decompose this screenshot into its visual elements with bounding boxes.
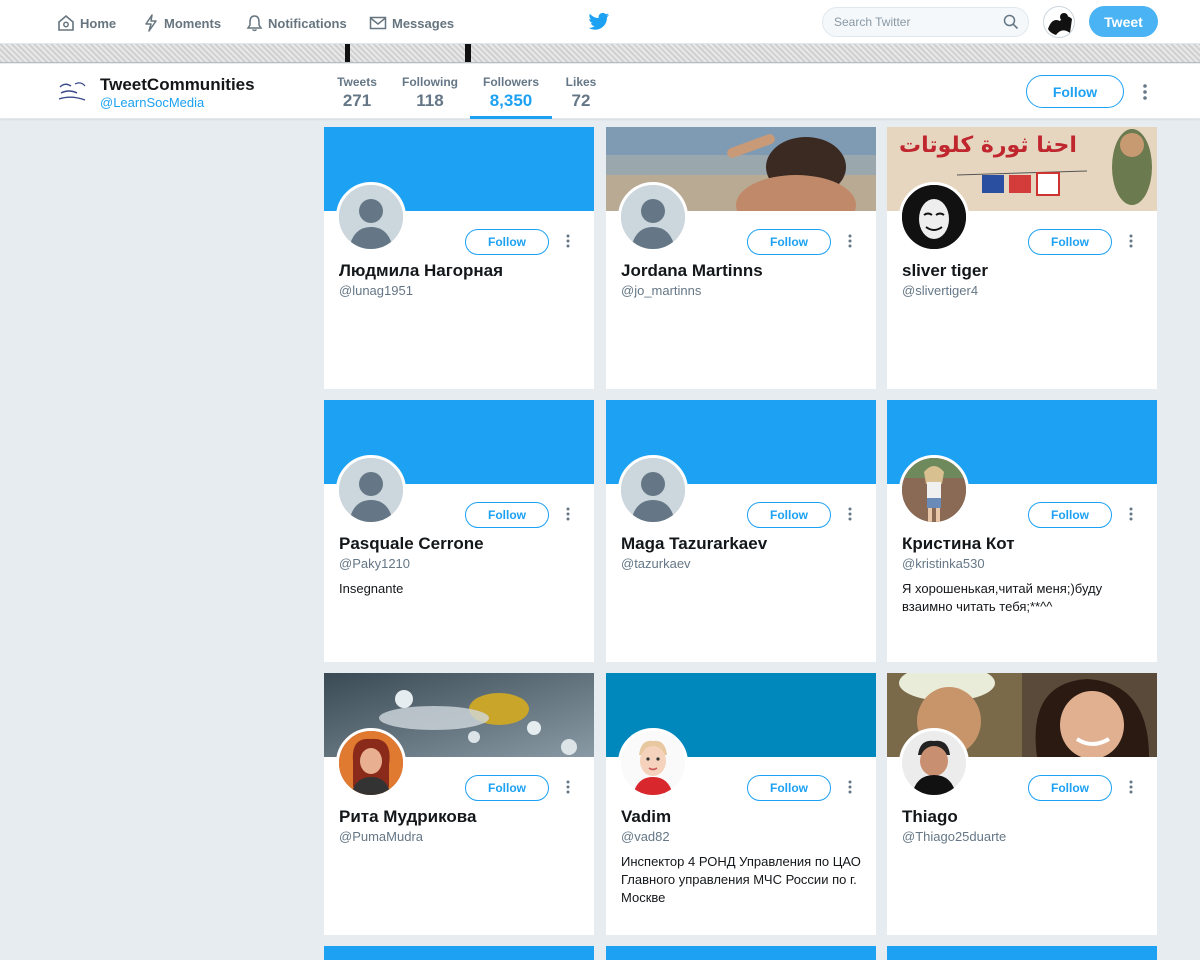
user-card[interactable]: Follow Рита Мудрикова @PumaMudra (324, 673, 594, 935)
user-handle[interactable]: @lunag1951 (339, 283, 413, 298)
nav-messages[interactable]: Messages (369, 12, 454, 34)
nav-messages-label: Messages (392, 15, 455, 31)
follow-button[interactable]: Follow (747, 229, 831, 255)
stat-label: Following (402, 75, 458, 89)
follow-button[interactable]: Follow (1028, 229, 1112, 255)
avatar[interactable] (336, 182, 406, 252)
more-options-icon[interactable] (846, 779, 854, 795)
stat-value: 8,350 (489, 91, 533, 110)
user-card-partial[interactable] (887, 946, 1157, 960)
more-options-icon[interactable] (1127, 779, 1135, 795)
stat-followers[interactable]: Followers 8,350 (470, 75, 552, 119)
profile-nav-bar: TweetCommunities @LearnSocMedia Tweets 2… (0, 64, 1200, 119)
more-options-icon[interactable] (1127, 506, 1135, 522)
profile-follow-button[interactable]: Follow (1026, 75, 1124, 108)
avatar[interactable] (618, 728, 688, 798)
user-card[interactable]: احنا ثورة كلوتات Follow sliver tiger @sl… (887, 127, 1157, 389)
avatar[interactable] (618, 455, 688, 525)
user-name[interactable]: Рита Мудрикова (339, 807, 476, 827)
user-bio: Я хорошенькая,читай меня;)буду взаимно ч… (902, 581, 1103, 614)
nav-home[interactable]: Home (57, 12, 116, 34)
stat-label: Likes (565, 75, 597, 89)
follow-button[interactable]: Follow (465, 229, 549, 255)
user-handle[interactable]: @kristinka530 (902, 556, 985, 571)
more-options-icon[interactable] (564, 779, 572, 795)
stat-tweets[interactable]: Tweets 271 (336, 75, 378, 111)
user-card-partial[interactable] (606, 946, 876, 960)
nav-notifications[interactable]: Notifications (246, 12, 347, 34)
user-handle[interactable]: @tazurkaev (621, 556, 691, 571)
user-name[interactable]: sliver tiger (902, 261, 988, 281)
user-card[interactable]: Follow Jordana Martinns @jo_martinns (606, 127, 876, 389)
user-card[interactable]: Follow Maga Tazurarkaev @tazurkaev (606, 400, 876, 662)
user-name[interactable]: Vadim (621, 807, 671, 827)
follow-button[interactable]: Follow (747, 502, 831, 528)
top-nav: Home Moments Notifications Messages Twee… (0, 0, 1200, 44)
user-name[interactable]: Людмила Нагорная (339, 261, 503, 281)
profile-name: TweetCommunities (100, 75, 255, 94)
more-options-icon[interactable] (1127, 233, 1135, 249)
follow-button[interactable]: Follow (465, 502, 549, 528)
user-card[interactable]: Follow Pasquale Cerrone @Paky1210 Insegn… (324, 400, 594, 662)
stat-label: Tweets (337, 75, 377, 89)
avatar[interactable] (336, 455, 406, 525)
follow-button[interactable]: Follow (465, 775, 549, 801)
user-name[interactable]: Pasquale Cerrone (339, 534, 484, 554)
nav-moments[interactable]: Moments (143, 12, 221, 34)
nav-moments-label: Moments (164, 15, 222, 31)
more-options-icon[interactable] (564, 233, 572, 249)
user-handle[interactable]: @slivertiger4 (902, 283, 978, 298)
profile-banner (0, 44, 1200, 63)
search-box[interactable] (822, 7, 1029, 37)
follow-button[interactable]: Follow (1028, 502, 1112, 528)
lightning-icon (145, 14, 157, 32)
search-input[interactable] (834, 15, 994, 29)
user-handle[interactable]: @PumaMudra (339, 829, 423, 844)
more-options-icon[interactable] (846, 506, 854, 522)
profile-handle[interactable]: @LearnSocMedia (100, 95, 204, 110)
user-handle[interactable]: @Paky1210 (339, 556, 410, 571)
envelope-icon (369, 16, 387, 30)
user-card[interactable]: Follow Людмила Нагорная @lunag1951 (324, 127, 594, 389)
nav-notifications-label: Notifications (268, 15, 347, 31)
user-card[interactable]: Follow Thiago @Thiago25duarte (887, 673, 1157, 935)
avatar[interactable] (899, 455, 969, 525)
user-name[interactable]: Thiago (902, 807, 958, 827)
user-bio: Инспектор 4 РОНД Управления по ЦАО Главн… (621, 854, 861, 905)
user-card[interactable]: Follow Кристина Кот @kristinka530 Я хоро… (887, 400, 1157, 662)
stat-value: 72 (571, 91, 591, 110)
user-name[interactable]: Кристина Кот (902, 534, 1015, 554)
tweet-button[interactable]: Tweet (1089, 6, 1158, 37)
user-handle[interactable]: @Thiago25duarte (902, 829, 1006, 844)
search-icon[interactable] (1003, 14, 1019, 30)
stat-label: Followers (482, 75, 539, 89)
stat-likes[interactable]: Likes 72 (563, 75, 599, 111)
avatar[interactable] (899, 182, 969, 252)
twitter-bird-icon[interactable] (588, 12, 610, 32)
avatar[interactable] (618, 182, 688, 252)
stat-value: 118 (416, 91, 444, 110)
user-name[interactable]: Jordana Martinns (621, 261, 763, 281)
avatar[interactable] (336, 728, 406, 798)
follow-button[interactable]: Follow (1028, 775, 1112, 801)
more-options-icon[interactable] (1140, 83, 1150, 101)
user-avatar[interactable] (1043, 6, 1075, 38)
stat-following[interactable]: Following 118 (401, 75, 459, 111)
user-card[interactable]: Follow Vadim @vad82 Инспектор 4 РОНД Упр… (606, 673, 876, 935)
home-icon (58, 14, 74, 31)
profile-logo-icon[interactable] (57, 78, 89, 106)
user-bio: Insegnante (339, 581, 404, 596)
bell-icon (246, 15, 263, 32)
more-options-icon[interactable] (564, 506, 572, 522)
user-card-partial[interactable] (324, 946, 594, 960)
user-handle[interactable]: @jo_martinns (621, 283, 701, 298)
user-name[interactable]: Maga Tazurarkaev (621, 534, 767, 554)
follow-button[interactable]: Follow (747, 775, 831, 801)
stat-value: 271 (342, 91, 372, 110)
avatar[interactable] (899, 728, 969, 798)
user-handle[interactable]: @vad82 (621, 829, 670, 844)
nav-home-label: Home (80, 15, 117, 31)
more-options-icon[interactable] (846, 233, 854, 249)
